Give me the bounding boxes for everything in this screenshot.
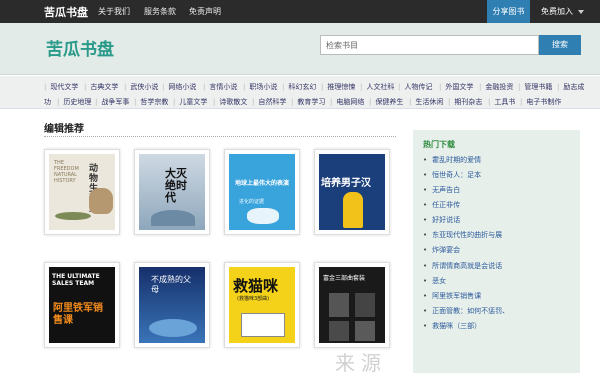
book-cover: THE ULTIMATE SALES TEAM 阿里铁军销售课 [49,267,115,343]
caret-down-icon [578,9,584,14]
search-input[interactable] [320,35,539,55]
brand-name[interactable]: 苦瓜书盘 [44,4,88,20]
category-link[interactable]: 人文社科 [360,82,394,92]
divider [44,136,396,137]
lizard-illustration [55,212,91,220]
book-thumb [329,293,349,317]
site-header: 苦瓜书盘 搜索 [0,23,600,75]
book-cover-title: 救猫咪 [233,277,279,295]
category-link[interactable]: 电脑网络 [330,97,364,107]
book-cover-title: 阿里铁军销售课 [53,303,103,326]
category-link[interactable]: 言情小说 [203,82,237,92]
category-link[interactable]: 诗歌散文 [213,97,247,107]
book-card[interactable]: THE ULTIMATE SALES TEAM 阿里铁军销售课 [44,262,120,348]
category-link[interactable]: 战争军事 [95,97,129,107]
category-link[interactable]: 科幻玄幻 [282,82,316,92]
category-link[interactable]: 生活休闲 [409,97,443,107]
category-link[interactable]: 人物传记 [398,82,432,92]
hot-download-item[interactable]: 阿里铁军销售课 [423,291,481,301]
category-link[interactable]: 教育学习 [291,97,325,107]
book-set-illustration [241,313,285,337]
category-link[interactable]: 外国文学 [439,82,473,92]
category-link[interactable]: 励志成 [557,82,584,92]
book-cover: THE FREEDOM NATURAL HISTORY 动物生活史 [49,154,115,230]
category-link[interactable]: 职场小说 [243,82,277,92]
book-cover-title: 不成熟的父母 [151,275,191,294]
category-link[interactable]: 期刊杂志 [448,97,482,107]
category-link[interactable]: 电子书制作 [520,97,561,107]
category-link[interactable]: 工具书 [488,97,515,107]
book-cover-alt: (救猫咪3部曲) [237,296,270,302]
book-thumb [355,293,375,317]
hot-download-item[interactable]: 恒世奇人：足本 [423,170,481,180]
book-cover-title: 地球上最伟大的表演 [235,180,290,187]
book-card[interactable]: 培养男子汉 [314,149,390,235]
book-cover-title: 富金三部曲套装 [323,275,366,282]
category-link[interactable]: 哲学宗教 [134,97,168,107]
book-card[interactable]: THE FREEDOM NATURAL HISTORY 动物生活史 [44,149,120,235]
monkey-illustration [89,188,113,214]
category-link[interactable]: 网络小说 [162,82,196,92]
nav-link-about[interactable]: 关于我们 [98,6,130,17]
hot-download-item[interactable]: 好好说话 [423,215,460,225]
book-cover: 不成熟的父母 [139,267,205,343]
site-logo[interactable]: 苦瓜书盘 [46,35,114,60]
hot-download-item[interactable]: 救猫咪（三部） [423,321,481,331]
creature-illustration [247,208,279,224]
category-link[interactable]: 金融投资 [479,82,513,92]
hot-download-item[interactable]: 霍乱时期的爱情 [423,155,481,165]
category-link[interactable]: 推理惊悚 [321,82,355,92]
book-thumb [355,321,375,341]
book-cover-alt: THE ULTIMATE SALES TEAM [52,273,100,287]
nav-link-disclaimer[interactable]: 免责声明 [189,6,221,17]
book-cover-title: 培养男子汉 [321,178,371,189]
hot-download-item[interactable]: 恶女 [423,276,446,286]
hot-download-item[interactable]: 所谓情商高就是会说话 [423,261,502,271]
whale-illustration [149,319,197,337]
hot-download-item[interactable]: 无声告白 [423,185,460,195]
category-link[interactable]: 管理书籍 [518,82,552,92]
iceberg-illustration [151,210,195,226]
hot-download-item[interactable]: 任正非传 [423,200,460,210]
hot-download-item[interactable]: 东亚现代性的曲折与展 [423,230,502,240]
category-link[interactable]: 自然科学 [252,97,286,107]
section-title-recommend: 编辑推荐 [44,124,84,135]
climber-boy-illustration [343,192,363,228]
sidebar-title: 热门下载 [423,140,455,149]
hot-download-item[interactable]: 正面管教：如何不惩罚、 [423,306,509,316]
top-nav-bar: 苦瓜书盘 关于我们 服务条款 免责声明 分享图书 免费加入 [0,0,600,23]
book-card[interactable]: 不成熟的父母 [134,262,210,348]
free-join-dropdown[interactable]: 免费加入 [541,6,584,17]
book-card[interactable]: 地球上最伟大的表演 进化的证据 [224,149,300,235]
book-card[interactable]: 救猫咪 (救猫咪3部曲) [224,262,300,348]
book-cover: 富金三部曲套装 [319,267,385,343]
nav-link-terms[interactable]: 服务条款 [144,6,176,17]
watermark-text: 来源 [335,351,387,373]
book-card[interactable]: 富金三部曲套装 [314,262,390,348]
search-button[interactable]: 搜索 [539,35,581,55]
category-bar: 现代文学 古典文学 武侠小说 网络小说 言情小说 职场小说 科幻玄幻 推理惊悚 … [0,76,600,109]
category-link[interactable]: 历史地理 [57,97,91,107]
category-link[interactable]: 武侠小说 [124,82,158,92]
book-cover: 救猫咪 (救猫咪3部曲) [229,267,295,343]
book-cover: 地球上最伟大的表演 进化的证据 [229,154,295,230]
free-join-label: 免费加入 [541,7,573,16]
category-link[interactable]: 现代文学 [44,82,78,92]
hot-downloads-sidebar: 热门下载 霍乱时期的爱情 恒世奇人：足本 无声告白 任正非传 好好说话 东亚现代… [413,130,580,373]
category-link[interactable]: 保健养生 [369,97,403,107]
category-link[interactable]: 古典文学 [84,82,118,92]
book-cover: 大灭绝时代 [139,154,205,230]
book-cover: 培养男子汉 [319,154,385,230]
hot-download-item[interactable]: 炸弹宴会 [423,245,460,255]
book-card[interactable]: 大灭绝时代 [134,149,210,235]
share-book-button[interactable]: 分享图书 [487,0,530,23]
book-thumb [329,321,349,341]
book-cover-title: 大灭绝时代 [165,167,187,204]
book-cover-alt: THE FREEDOM NATURAL HISTORY [54,160,79,184]
category-link[interactable]: 功 [44,97,51,107]
category-link[interactable]: 儿童文学 [173,97,207,107]
book-cover-alt: 进化的证据 [239,199,265,205]
